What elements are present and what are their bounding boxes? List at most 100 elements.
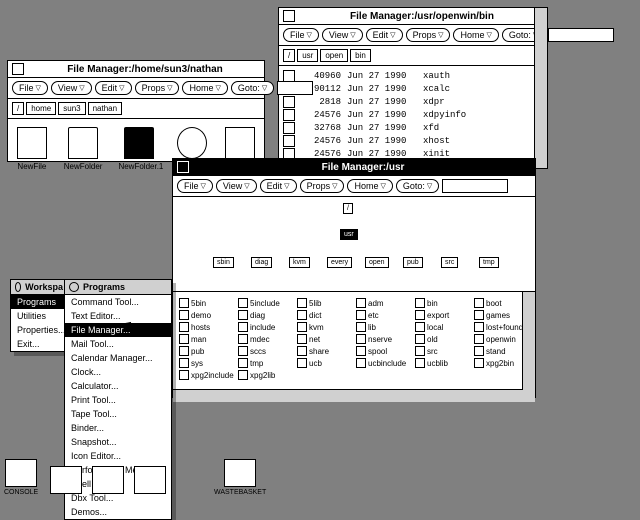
menu-item[interactable]: Snapshot...	[65, 435, 171, 449]
scrollbar[interactable]	[534, 8, 547, 168]
file-icon[interactable]: NewFolder	[64, 127, 103, 171]
tree-root[interactable]: /	[343, 203, 353, 214]
goto-label[interactable]: Goto:▽	[231, 81, 274, 95]
menu-item-utilities[interactable]: Utilities	[11, 309, 67, 323]
grid-item[interactable]: adm	[356, 298, 411, 308]
path-seg[interactable]: /	[283, 49, 295, 62]
tree-node[interactable]: open	[365, 257, 389, 268]
list-row[interactable]: 2818Jun 27 1990xdpr	[283, 96, 543, 109]
grid-item[interactable]: spool	[356, 346, 411, 356]
menu-item[interactable]: Icon Editor...	[65, 449, 171, 463]
grid-item[interactable]: mdec	[238, 334, 293, 344]
goto-input[interactable]	[277, 81, 313, 95]
workspace-menu[interactable]: Workspa Programs Utilities Properties...…	[10, 279, 68, 352]
file-icon[interactable]: NewFile	[16, 127, 48, 171]
edit-menu[interactable]: Edit▽	[95, 81, 132, 95]
grid-item[interactable]: nserve	[356, 334, 411, 344]
tree-node[interactable]: tmp	[479, 257, 499, 268]
menu-item-programs[interactable]: Programs	[11, 295, 67, 309]
file-icon[interactable]: NewFolder.1	[118, 127, 160, 171]
path-seg[interactable]: /	[12, 102, 24, 115]
grid-item[interactable]: boot	[474, 298, 529, 308]
window-openwin-bin[interactable]: File Manager:/usr/openwin/bin File▽ View…	[278, 7, 548, 169]
props-menu[interactable]: Props▽	[135, 81, 180, 95]
grid-item[interactable]: tmp	[238, 358, 293, 368]
close-icon[interactable]	[12, 63, 24, 75]
home-menu[interactable]: Home▽	[347, 179, 392, 193]
grid-item[interactable]: ucbinclude	[356, 358, 411, 368]
grid-item[interactable]: export	[415, 310, 470, 320]
window-usr[interactable]: File Manager:/usr File▽ View▽ Edit▽ Prop…	[172, 158, 536, 398]
grid-item[interactable]: xpg2include	[179, 370, 234, 380]
grid-item[interactable]: bin	[415, 298, 470, 308]
path-seg[interactable]: bin	[350, 49, 371, 62]
tree-node[interactable]: pub	[403, 257, 423, 268]
list-row[interactable]: 24576Jun 27 1990xhost	[283, 135, 543, 148]
app-icon[interactable]	[92, 466, 124, 496]
menu-item[interactable]: Demos...	[65, 505, 171, 519]
grid-item[interactable]: dict	[297, 310, 352, 320]
menu-item[interactable]: Tape Tool...	[65, 407, 171, 421]
grid-item[interactable]: stand	[474, 346, 529, 356]
grid-item[interactable]: net	[297, 334, 352, 344]
grid-item[interactable]: man	[179, 334, 234, 344]
goto-input[interactable]	[442, 179, 508, 193]
grid-item[interactable]: pub	[179, 346, 234, 356]
goto-input[interactable]	[548, 28, 614, 42]
grid-item[interactable]: share	[297, 346, 352, 356]
tree-node[interactable]: sbin	[213, 257, 234, 268]
menu-item[interactable]: Mail Tool...	[65, 337, 171, 351]
list-row[interactable]: 24576Jun 27 1990xdpyinfo	[283, 109, 543, 122]
list-row[interactable]: 90112Jun 27 1990xcalc	[283, 83, 543, 96]
menu-item-exit[interactable]: Exit...	[11, 337, 67, 351]
home-menu[interactable]: Home▽	[182, 81, 227, 95]
grid-item[interactable]: old	[415, 334, 470, 344]
menu-item[interactable]: Calendar Manager...	[65, 351, 171, 365]
window-home-nathan[interactable]: File Manager:/home/sun3/nathan File▽ Vie…	[7, 60, 265, 162]
tree-view[interactable]: / usr sbindiagkvmeveryopenpubsrctmp	[173, 197, 535, 292]
menu-item[interactable]: Clock...	[65, 365, 171, 379]
tree-node[interactable]: diag	[251, 257, 272, 268]
menu-item[interactable]: Text Editor...	[65, 309, 171, 323]
file-menu[interactable]: File▽	[283, 28, 319, 42]
titlebar[interactable]: File Manager:/usr	[173, 159, 535, 176]
grid-item[interactable]: local	[415, 322, 470, 332]
menu-item[interactable]: File Manager...	[65, 323, 171, 337]
titlebar[interactable]: File Manager:/usr/openwin/bin	[279, 8, 547, 25]
grid-item[interactable]: sys	[179, 358, 234, 368]
edit-menu[interactable]: Edit▽	[260, 179, 297, 193]
tree-node[interactable]: every	[327, 257, 352, 268]
path-seg[interactable]: sun3	[58, 102, 85, 115]
file-menu[interactable]: File▽	[12, 81, 48, 95]
menu-item[interactable]: Binder...	[65, 421, 171, 435]
view-menu[interactable]: View▽	[322, 28, 363, 42]
scrollbar[interactable]	[522, 292, 535, 402]
close-icon[interactable]	[177, 161, 189, 173]
grid-item[interactable]: games	[474, 310, 529, 320]
grid-item[interactable]: lost+found	[474, 322, 529, 332]
menu-item[interactable]: Print Tool...	[65, 393, 171, 407]
hscrollbar[interactable]	[173, 389, 523, 402]
app-icon[interactable]	[50, 466, 82, 496]
menu-item[interactable]: Command Tool...	[65, 295, 171, 309]
path-seg[interactable]: nathan	[88, 102, 122, 115]
tree-node[interactable]: src	[441, 257, 458, 268]
list-row[interactable]: 32768Jun 27 1990xfd	[283, 122, 543, 135]
goto-label[interactable]: Goto:▽	[396, 179, 439, 193]
grid-item[interactable]: 5bin	[179, 298, 234, 308]
grid-item[interactable]: xpg2lib	[238, 370, 293, 380]
pushpin-icon[interactable]	[15, 282, 21, 292]
list-row[interactable]: 40960Jun 27 1990xauth	[283, 70, 543, 83]
titlebar[interactable]: File Manager:/home/sun3/nathan	[8, 61, 264, 78]
grid-item[interactable]: 5lib	[297, 298, 352, 308]
grid-item[interactable]: include	[238, 322, 293, 332]
props-menu[interactable]: Props▽	[300, 179, 345, 193]
tree-node[interactable]: kvm	[289, 257, 310, 268]
grid-item[interactable]: etc	[356, 310, 411, 320]
grid-item[interactable]: kvm	[297, 322, 352, 332]
grid-item[interactable]: diag	[238, 310, 293, 320]
path-seg[interactable]: home	[26, 102, 56, 115]
view-menu[interactable]: View▽	[216, 179, 257, 193]
menu-item-properties[interactable]: Properties...	[11, 323, 67, 337]
file-menu[interactable]: File▽	[177, 179, 213, 193]
